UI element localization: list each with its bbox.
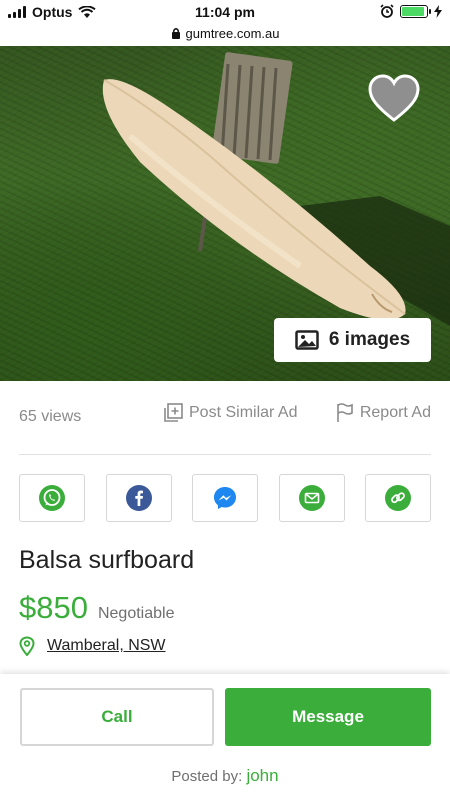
status-bar: Optus 11:04 pm xyxy=(0,0,450,24)
alarm-icon xyxy=(380,4,394,18)
favourite-button[interactable] xyxy=(366,70,422,126)
price-note: Negotiable xyxy=(97,605,175,622)
post-similar-ad-link[interactable]: Post Similar Ad xyxy=(163,403,297,423)
share-email-button[interactable] xyxy=(278,474,345,522)
price-row: $850 Negotiable xyxy=(19,590,174,626)
share-buttons xyxy=(19,474,431,522)
views-count: 65 views xyxy=(19,408,82,425)
flag-icon xyxy=(337,403,353,422)
battery-icon xyxy=(400,4,431,18)
address-bar[interactable]: gumtree.com.au xyxy=(0,22,450,44)
share-messenger-button[interactable] xyxy=(192,474,258,522)
url-text: gumtree.com.au xyxy=(185,25,280,41)
status-right xyxy=(380,4,442,18)
listing-price: $850 xyxy=(19,590,88,625)
share-facebook-button[interactable] xyxy=(105,474,172,522)
message-button[interactable]: Message xyxy=(225,688,431,746)
call-button[interactable]: Call xyxy=(20,688,214,746)
divider xyxy=(19,454,431,455)
listing-photo[interactable]: 6 images xyxy=(0,46,450,381)
seller-name-link[interactable]: john xyxy=(246,766,278,785)
image-icon xyxy=(295,330,319,350)
view-images-button[interactable]: 6 images xyxy=(274,318,431,362)
lock-icon xyxy=(171,28,180,39)
duplicate-plus-icon xyxy=(164,403,183,422)
copy-link-button[interactable] xyxy=(365,474,431,522)
posted-by-label: Posted by: xyxy=(171,768,243,785)
posted-by: Posted by: john xyxy=(0,766,450,786)
location-pin-icon xyxy=(19,636,35,656)
facebook-icon xyxy=(125,485,152,511)
heart-icon xyxy=(368,74,420,122)
report-ad-link[interactable]: Report Ad xyxy=(336,403,431,423)
battery-level xyxy=(402,6,424,16)
email-icon xyxy=(298,485,325,511)
location-row: Wamberal, NSW xyxy=(19,636,166,656)
images-count-label: 6 images xyxy=(328,329,411,350)
contact-bar: Call Message Posted by: john xyxy=(0,674,450,800)
location-link[interactable]: Wamberal, NSW xyxy=(47,637,166,655)
messenger-icon xyxy=(214,487,236,509)
post-similar-ad-label: Post Similar Ad xyxy=(189,404,298,421)
whatsapp-icon xyxy=(39,485,65,511)
listing-title: Balsa surfboard xyxy=(19,546,195,574)
listing-meta-row: 65 views Post Similar Ad Report Ad xyxy=(19,400,431,430)
charging-icon xyxy=(434,4,442,18)
link-icon xyxy=(385,485,411,511)
report-ad-label: Report Ad xyxy=(359,404,431,421)
share-whatsapp-button[interactable] xyxy=(19,474,85,522)
